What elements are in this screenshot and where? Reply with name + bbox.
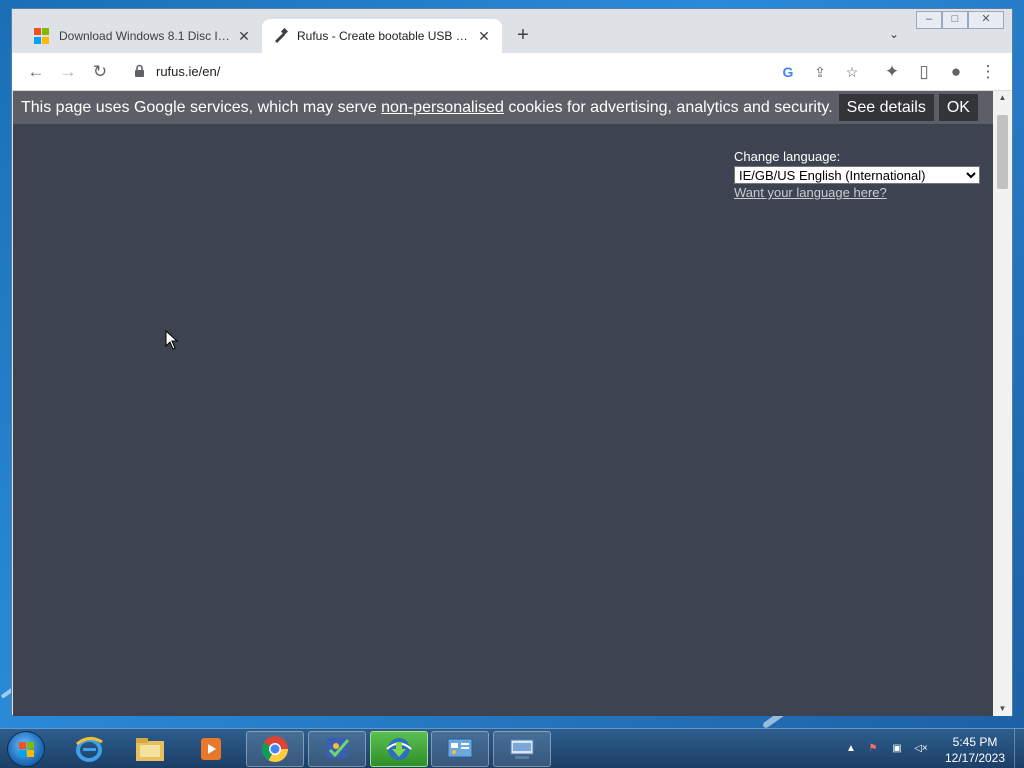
- cookie-ok-button[interactable]: OK: [938, 94, 978, 121]
- extensions-puzzle-icon[interactable]: ✦: [881, 61, 903, 83]
- system-clock[interactable]: 5:45 PM 12/17/2023: [940, 734, 1010, 766]
- close-tab-icon[interactable]: ✕: [236, 28, 252, 44]
- rufus-usb-icon: [272, 27, 289, 44]
- internet-explorer-icon[interactable]: [60, 731, 118, 767]
- tab-rufus[interactable]: Rufus - Create bootable USB drives the e…: [262, 19, 502, 53]
- new-tab-button[interactable]: +: [512, 25, 534, 47]
- browser-toolbar: ← → ↻ rufus.ie/en/ G ⇪ ☆ ✦ ▯ ● ⋮: [12, 53, 1012, 91]
- close-tab-icon[interactable]: ✕: [476, 28, 492, 44]
- menu-kebab-icon[interactable]: ⋮: [977, 61, 999, 83]
- control-panel-icon[interactable]: [431, 731, 489, 767]
- mouse-cursor-icon: [165, 330, 179, 350]
- microsoft-logo-icon: [34, 28, 50, 44]
- clock-time: 5:45 PM: [952, 735, 998, 749]
- share-icon[interactable]: ⇪: [810, 62, 830, 82]
- language-selector-panel: Change language: IE/GB/US English (Inter…: [734, 149, 980, 200]
- see-details-button[interactable]: See details: [838, 94, 934, 121]
- reload-icon[interactable]: ↻: [89, 61, 111, 83]
- scroll-up-arrow-icon[interactable]: ▲: [993, 91, 1012, 105]
- windows-logo-icon: [19, 742, 35, 757]
- download-manager-icon[interactable]: [370, 731, 428, 767]
- lock-icon: [135, 64, 144, 77]
- file-explorer-icon[interactable]: [121, 731, 179, 767]
- maximize-button[interactable]: □: [942, 11, 968, 29]
- network-icon[interactable]: ▣: [890, 743, 904, 755]
- tab-strip: Download Windows 8.1 Disc Image ✕ Rufus …: [12, 9, 1012, 53]
- keyboard-app-icon[interactable]: [493, 731, 551, 767]
- show-desktop-button[interactable]: [1014, 729, 1024, 768]
- bookmark-star-icon[interactable]: ☆: [842, 62, 862, 82]
- start-button[interactable]: [7, 731, 45, 767]
- chrome-icon[interactable]: [246, 731, 304, 767]
- page-scrollbar[interactable]: ▲ ▼: [993, 91, 1012, 716]
- close-button[interactable]: ✕: [968, 11, 1004, 29]
- media-player-icon[interactable]: [182, 731, 240, 767]
- tab-title: Download Windows 8.1 Disc Image: [59, 29, 230, 43]
- taskbar: ▲ ⚑ ▣ ◁× 5:45 PM 12/17/2023: [0, 728, 1024, 768]
- google-translate-icon[interactable]: G: [778, 62, 798, 82]
- side-panel-icon[interactable]: ▯: [913, 61, 935, 83]
- tab-title: Rufus - Create bootable USB drives the e…: [297, 29, 470, 43]
- minimize-button[interactable]: –: [916, 11, 942, 29]
- non-personalised-link[interactable]: non-personalised: [381, 99, 504, 116]
- profile-avatar-icon[interactable]: ●: [945, 61, 967, 83]
- tab-download-windows[interactable]: Download Windows 8.1 Disc Image ✕: [24, 19, 262, 53]
- browser-window: Download Windows 8.1 Disc Image ✕ Rufus …: [11, 8, 1013, 716]
- page-viewport: This page uses Google services, which ma…: [13, 91, 993, 716]
- scrollbar-thumb[interactable]: [997, 115, 1008, 189]
- volume-muted-icon[interactable]: ◁×: [914, 743, 928, 755]
- cookie-consent-bar: This page uses Google services, which ma…: [13, 91, 993, 124]
- back-arrow-icon[interactable]: ←: [25, 61, 47, 83]
- change-language-label: Change language:: [734, 149, 841, 164]
- tab-search-chevron-icon[interactable]: ⌄: [886, 27, 902, 43]
- forward-arrow-icon[interactable]: →: [57, 61, 79, 83]
- cookie-message: This page uses Google services, which ma…: [21, 98, 833, 116]
- clock-date: 12/17/2023: [944, 751, 1006, 765]
- show-hidden-icons-arrow-icon[interactable]: ▲: [844, 743, 858, 755]
- scroll-down-arrow-icon[interactable]: ▼: [993, 702, 1012, 716]
- language-dropdown[interactable]: IE/GB/US English (International): [734, 166, 980, 184]
- certificate-app-icon[interactable]: [308, 731, 366, 767]
- url-text[interactable]: rufus.ie/en/: [156, 64, 220, 79]
- action-center-flag-icon[interactable]: ⚑: [866, 743, 880, 755]
- want-your-language-link[interactable]: Want your language here?: [734, 185, 980, 200]
- address-bar[interactable]: rufus.ie/en/ G ⇪ ☆: [124, 58, 864, 86]
